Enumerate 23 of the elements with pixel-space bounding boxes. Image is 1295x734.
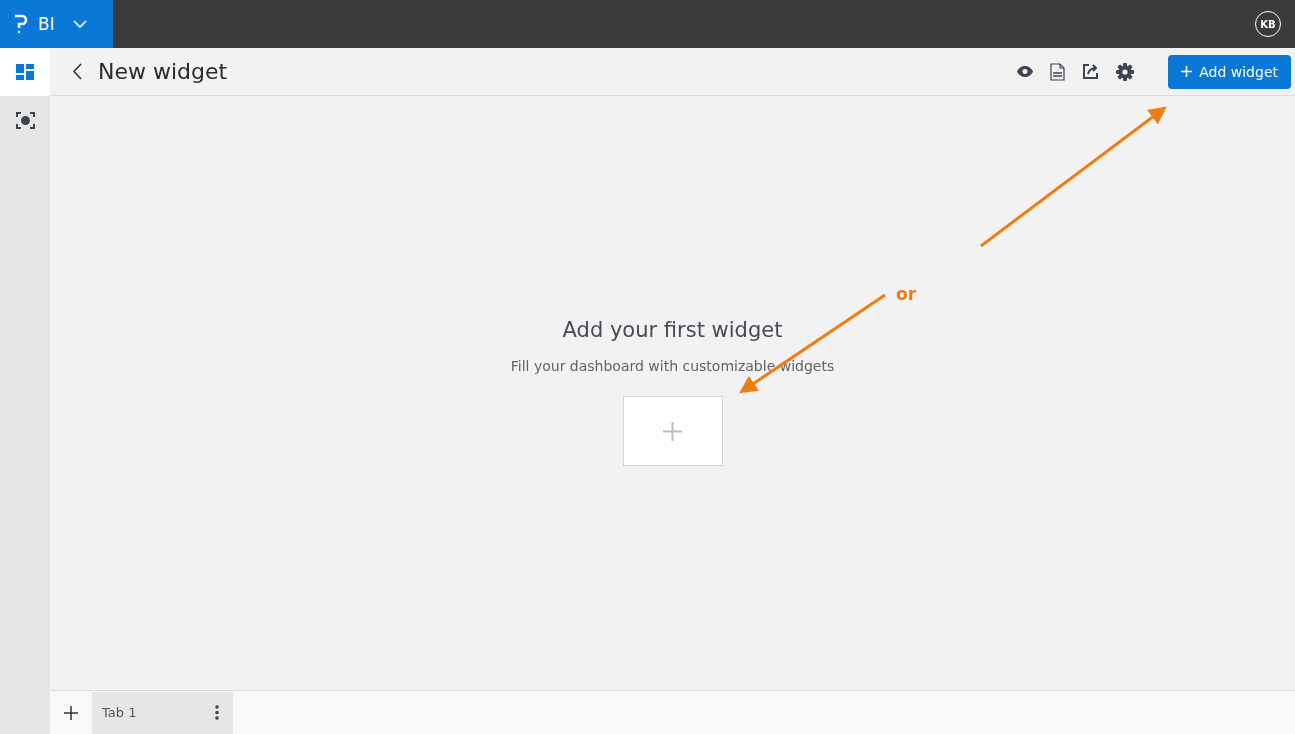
- back-icon[interactable]: [72, 63, 82, 80]
- more-icon: [215, 705, 219, 720]
- page-title: New widget: [98, 59, 228, 84]
- dashboard-icon: [16, 64, 34, 80]
- dashboard-tab[interactable]: Tab 1: [92, 691, 233, 734]
- empty-state-subtitle: Fill your dashboard with customizable widgets: [510, 358, 835, 374]
- annotation-label: or: [896, 284, 917, 304]
- empty-state-title: Add your first widget: [562, 318, 783, 342]
- document-icon[interactable]: [1050, 62, 1066, 81]
- eye-icon[interactable]: [1017, 66, 1034, 77]
- plus-icon: [64, 705, 78, 720]
- settings-icon[interactable]: [1116, 62, 1135, 81]
- add-widget-tile[interactable]: [622, 396, 723, 466]
- focus-icon: [15, 110, 35, 130]
- app-name: BI: [38, 14, 55, 34]
- chevron-down-icon: [72, 19, 87, 29]
- app-switcher[interactable]: BI: [0, 0, 113, 48]
- add-widget-button[interactable]: Add widget: [1168, 54, 1291, 89]
- logo-icon: [14, 14, 28, 34]
- plus-icon: [1181, 66, 1193, 77]
- share-icon[interactable]: [1082, 63, 1100, 80]
- sidebar-item[interactable]: [0, 48, 50, 96]
- plus-icon: [663, 421, 682, 441]
